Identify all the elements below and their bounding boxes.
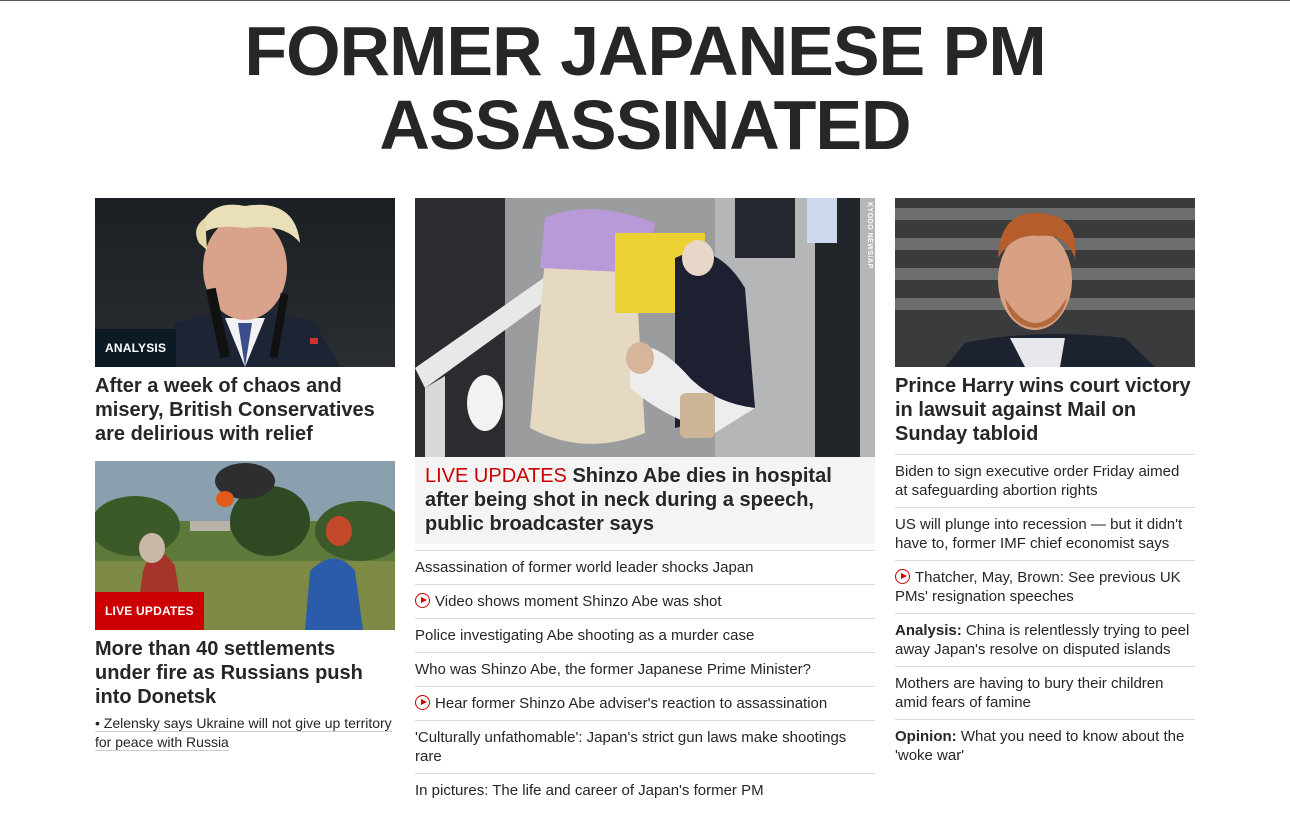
- abe-hero-caption[interactable]: LIVE UPDATES Shinzo Abe dies in hospital…: [415, 457, 875, 544]
- opinion-prefix[interactable]: Opinion:: [895, 728, 957, 745]
- right-column: Prince Harry wins court victory in lawsu…: [895, 198, 1195, 772]
- prince-harry-story-title[interactable]: Prince Harry wins court victory in lawsu…: [895, 374, 1195, 446]
- list-item[interactable]: Analysis: China is relentlessly trying t…: [895, 614, 1195, 667]
- abe-hero-photo[interactable]: KYODO NEWS/AP: [415, 198, 875, 457]
- abe-related-list: Assassination of former world leader sho…: [415, 550, 875, 807]
- list-item[interactable]: Video shows moment Shinzo Abe was shot: [415, 585, 875, 619]
- play-circle-icon: [415, 695, 430, 710]
- list-item-text[interactable]: Mothers are having to bury their childre…: [895, 675, 1163, 711]
- list-item[interactable]: Who was Shinzo Abe, the former Japanese …: [415, 653, 875, 687]
- list-item[interactable]: US will plunge into recession — but it d…: [895, 508, 1195, 561]
- list-item[interactable]: Opinion: What you need to know about the…: [895, 720, 1195, 772]
- play-circle-icon: [415, 593, 430, 608]
- list-item[interactable]: In pictures: The life and career of Japa…: [415, 774, 875, 807]
- list-item-text[interactable]: Biden to sign executive order Friday aim…: [895, 463, 1179, 499]
- list-item[interactable]: Hear former Shinzo Abe adviser's reactio…: [415, 687, 875, 721]
- list-item[interactable]: 'Culturally unfathomable': Japan's stric…: [415, 721, 875, 774]
- play-circle-icon: [895, 569, 910, 584]
- list-item-text[interactable]: Assassination of former world leader sho…: [415, 559, 754, 576]
- photo-credit: KYODO NEWS/AP: [866, 202, 873, 269]
- headline-line-2[interactable]: ASSASSINATED: [0, 88, 1290, 162]
- center-column: KYODO NEWS/AP LIVE UPDATES Shinzo Abe di…: [415, 198, 875, 807]
- left-column: ANALYSIS After a week of chaos and miser…: [95, 198, 395, 751]
- prince-harry-image: [895, 198, 1195, 367]
- list-item[interactable]: Biden to sign executive order Friday aim…: [895, 455, 1195, 508]
- zelensky-sub-link-text[interactable]: • Zelensky says Ukraine will not give up…: [95, 715, 392, 751]
- list-item-text[interactable]: Who was Shinzo Abe, the former Japanese …: [415, 661, 811, 678]
- top-border: [0, 0, 1290, 1]
- list-item[interactable]: Thatcher, May, Brown: See previous UK PM…: [895, 561, 1195, 614]
- analysis-prefix[interactable]: Analysis:: [895, 622, 962, 639]
- list-item[interactable]: Assassination of former world leader sho…: [415, 551, 875, 585]
- prince-harry-photo[interactable]: [895, 198, 1195, 367]
- list-item[interactable]: Mothers are having to bury their childre…: [895, 667, 1195, 720]
- johnson-photo[interactable]: ANALYSIS: [95, 198, 395, 367]
- donetsk-photo[interactable]: LIVE UPDATES: [95, 461, 395, 630]
- analysis-badge[interactable]: ANALYSIS: [95, 329, 177, 367]
- list-item-text[interactable]: Thatcher, May, Brown: See previous UK PM…: [895, 569, 1181, 605]
- johnson-story-title[interactable]: After a week of chaos and misery, Britis…: [95, 374, 395, 446]
- list-item[interactable]: Police investigating Abe shooting as a m…: [415, 619, 875, 653]
- list-item-text[interactable]: US will plunge into recession — but it d…: [895, 516, 1182, 552]
- donetsk-story-title[interactable]: More than 40 settlements under fire as R…: [95, 637, 395, 709]
- list-item-text[interactable]: Hear former Shinzo Abe adviser's reactio…: [435, 695, 827, 712]
- list-item-text[interactable]: Police investigating Abe shooting as a m…: [415, 627, 754, 644]
- live-updates-label[interactable]: LIVE UPDATES: [425, 465, 567, 487]
- list-item-text[interactable]: Video shows moment Shinzo Abe was shot: [435, 593, 722, 610]
- headline-line-1[interactable]: FORMER JAPANESE PM: [0, 14, 1290, 88]
- right-headlines-list: Biden to sign executive order Friday aim…: [895, 454, 1195, 772]
- live-updates-badge[interactable]: LIVE UPDATES: [95, 592, 204, 630]
- story-card-johnson[interactable]: ANALYSIS After a week of chaos and miser…: [95, 198, 395, 446]
- story-card-donetsk[interactable]: LIVE UPDATES More than 40 settlements un…: [95, 461, 395, 752]
- zelensky-sub-link[interactable]: • Zelensky says Ukraine will not give up…: [95, 714, 395, 752]
- list-item-text[interactable]: In pictures: The life and career of Japa…: [415, 782, 764, 799]
- main-headline[interactable]: FORMER JAPANESE PM ASSASSINATED: [0, 14, 1290, 162]
- list-item-text[interactable]: 'Culturally unfathomable': Japan's stric…: [415, 729, 846, 765]
- abe-scene-image: [415, 198, 875, 457]
